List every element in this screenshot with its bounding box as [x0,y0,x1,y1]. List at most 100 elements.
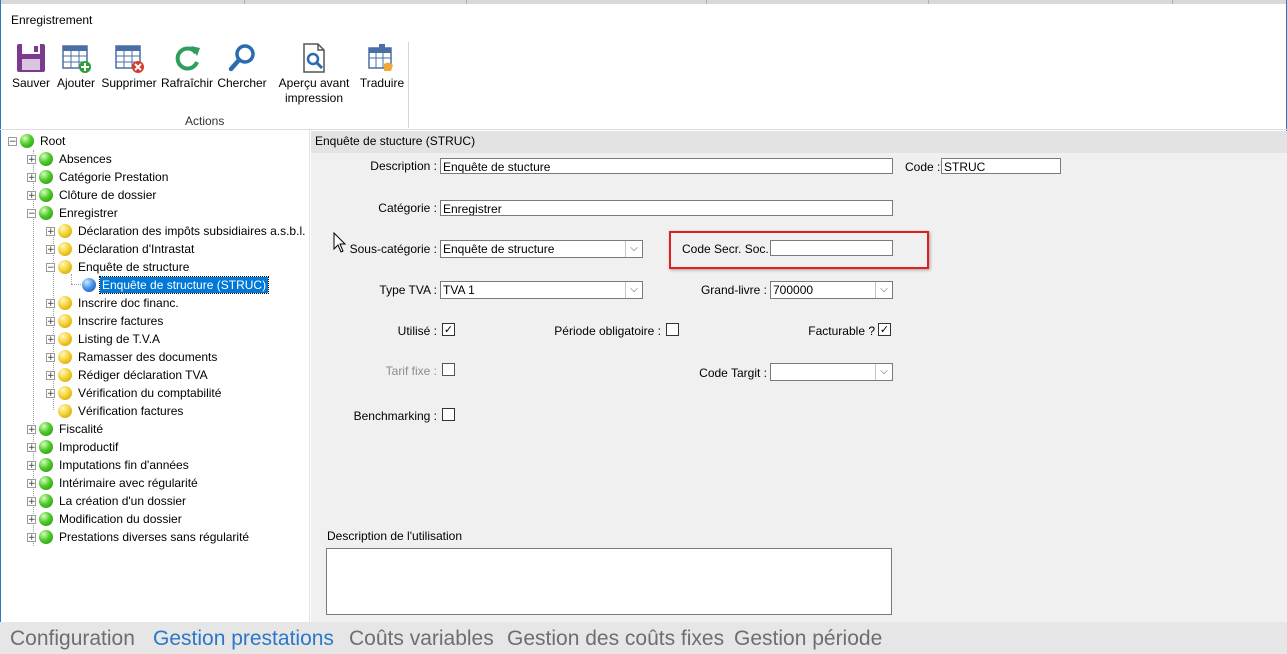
categorie-field[interactable]: Enregistrer [440,200,893,216]
tree-node[interactable]: − Enregistrer [27,204,120,222]
expand-icon[interactable]: + [46,316,55,326]
tab-gestion-periode[interactable]: Gestion période [734,627,882,651]
tab-gestion-couts-fixes[interactable]: Gestion des coûts fixes [507,627,724,651]
tree-node[interactable]: + Imputations fin d'années [27,456,191,474]
delete-button[interactable]: Supprimer [100,42,158,91]
expand-icon[interactable]: + [27,532,36,542]
tree-node[interactable]: + Modification du dossier [27,510,184,528]
tree-node[interactable]: + Déclaration des impôts subsidiaires a.… [46,222,307,240]
tree-node-label: Déclaration des impôts subsidiaires a.s.… [78,224,306,238]
expand-icon[interactable]: + [27,478,36,488]
sous-categorie-select[interactable]: Enquête de structure ⌵ [440,240,643,258]
benchmarking-checkbox[interactable] [442,408,455,421]
collapse-icon[interactable]: − [27,208,36,218]
type-tva-select[interactable]: TVA 1 ⌵ [440,281,643,299]
tree-node[interactable]: + Intérimaire avec régularité [27,474,200,492]
tree-view[interactable]: − Root + Absences + Catégorie Prestation… [6,132,308,620]
expand-icon[interactable]: + [27,514,36,524]
expand-icon[interactable]: + [46,334,55,344]
tree-node[interactable]: + Improductif [27,438,120,456]
tree-node[interactable]: + Catégorie Prestation [27,168,170,186]
print-preview-label-line1: Aperçu avant [278,76,350,90]
expand-icon[interactable]: + [46,370,55,380]
print-preview-icon [303,43,325,73]
periode-obligatoire-checkbox[interactable] [666,323,679,336]
expand-icon[interactable]: + [46,226,55,236]
tree-node[interactable]: + Inscrire doc financ. [46,294,181,312]
expand-icon[interactable]: + [46,244,55,254]
chevron-down-icon[interactable]: ⌵ [875,282,892,298]
tree-node[interactable]: + Clôture de dossier [27,186,158,204]
code-targit-select[interactable]: ⌵ [770,363,893,381]
translate-button[interactable]: Traduire [358,42,406,91]
code-secr-soc-field[interactable] [770,240,893,256]
expand-icon[interactable]: + [27,424,36,434]
tab-couts-variables[interactable]: Coûts variables [349,627,494,651]
tree-node-label: Absences [59,152,112,166]
expand-icon[interactable]: + [27,172,36,182]
panel-splitter[interactable] [309,130,310,622]
tarif-fixe-checkbox[interactable] [442,363,455,376]
expand-icon[interactable]: + [27,496,36,506]
status-yellow-icon [58,386,72,400]
save-button[interactable]: Sauver [10,42,52,91]
tree-node[interactable]: − Enquête de structure [46,258,191,276]
tab-gestion-prestations[interactable]: Gestion prestations [153,627,334,651]
tree-node-label: La création d'un dossier [59,494,187,508]
status-green-icon [39,422,53,436]
expand-icon[interactable]: + [46,352,55,362]
tree-node-label: Vérification factures [78,404,184,418]
expand-icon[interactable]: + [27,154,36,164]
collapse-icon[interactable]: − [8,136,17,146]
expand-icon[interactable]: + [27,460,36,470]
tree-node-root[interactable]: − Root [8,132,67,150]
expand-icon[interactable]: + [46,298,55,308]
mouse-cursor-icon [333,232,347,253]
tree-node[interactable]: + La création d'un dossier [27,492,188,510]
facturable-checkbox[interactable]: ✓ [878,323,891,336]
status-green-icon [39,440,53,454]
chevron-down-icon[interactable]: ⌵ [625,241,642,257]
utilise-checkbox[interactable]: ✓ [442,323,455,336]
grand-livre-select[interactable]: 700000 ⌵ [770,281,893,299]
code-targit-label: Code Targit : [699,366,767,380]
expand-icon[interactable]: + [27,190,36,200]
description-utilisation-label: Description de l'utilisation [327,529,463,543]
status-green-icon [39,170,53,184]
search-label: Chercher [217,76,267,90]
description-field[interactable]: Enquête de stucture [440,158,893,174]
tree-node[interactable]: + Déclaration d'Intrastat [46,240,196,258]
table-add-icon [62,45,91,73]
expand-icon[interactable]: + [27,442,36,452]
tree-node[interactable]: + Absences [27,150,114,168]
status-green-icon [20,134,34,148]
add-button[interactable]: Ajouter [54,42,98,91]
chevron-down-icon[interactable]: ⌵ [625,282,642,298]
status-yellow-icon [58,368,72,382]
tree-node-label: Inscrire doc financ. [78,296,179,310]
tree-node[interactable]: + Inscrire factures [46,312,165,330]
tree-node[interactable]: + Vérification du comptabilité [46,384,223,402]
tree-node[interactable]: + Ramasser des documents [46,348,219,366]
tree-node[interactable]: + Listing de T.V.A [46,330,162,348]
code-field[interactable]: STRUC [941,158,1061,174]
translate-icon [368,44,393,71]
status-yellow-icon [58,314,72,328]
panel-header: Enquête de stucture (STRUC) [311,131,1287,153]
expand-icon[interactable]: + [46,388,55,398]
search-button[interactable]: Chercher [216,42,268,91]
tab-configuration[interactable]: Configuration [10,627,135,651]
tree-node-label: Fiscalité [59,422,104,436]
collapse-icon[interactable]: − [46,262,55,272]
tree-node-selected[interactable]: Enquête de structure (STRUC) [82,276,270,294]
tree-node[interactable]: Vérification factures [58,402,185,420]
tree-node[interactable]: + Rédiger déclaration TVA [46,366,210,384]
refresh-button[interactable]: Rafraîchir [160,42,214,91]
save-label: Sauver [11,76,51,90]
tree-node[interactable]: + Fiscalité [27,420,105,438]
description-utilisation-textarea[interactable] [326,548,892,615]
print-preview-label-line2: impression [284,91,344,105]
print-preview-button[interactable]: Aperçu avant impression [276,42,352,106]
chevron-down-icon[interactable]: ⌵ [875,364,892,380]
tree-node[interactable]: + Prestations diverses sans régularité [27,528,251,546]
